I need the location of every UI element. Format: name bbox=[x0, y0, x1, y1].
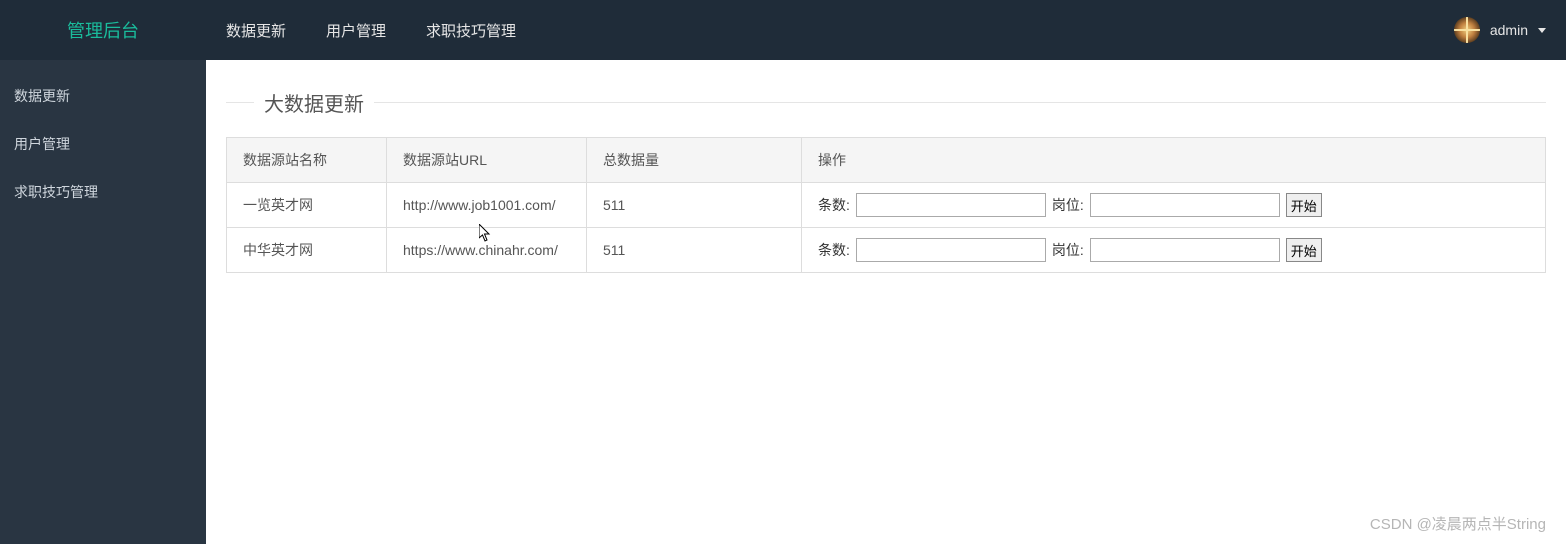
sidebar-item-user-manage[interactable]: 用户管理 bbox=[0, 120, 206, 168]
input-count[interactable] bbox=[856, 193, 1046, 217]
input-position[interactable] bbox=[1090, 238, 1280, 262]
col-header-action: 操作 bbox=[802, 138, 1546, 183]
label-count: 条数: bbox=[818, 195, 850, 215]
nav-user-manage[interactable]: 用户管理 bbox=[306, 0, 406, 60]
col-header-url: 数据源站URL bbox=[387, 138, 587, 183]
nav-jobskill-manage[interactable]: 求职技巧管理 bbox=[406, 0, 536, 60]
nav-data-update[interactable]: 数据更新 bbox=[206, 0, 306, 60]
table-row: 一览英才网 http://www.job1001.com/ 511 条数: 岗位… bbox=[227, 183, 1546, 228]
avatar bbox=[1454, 17, 1480, 43]
label-position: 岗位: bbox=[1052, 195, 1084, 215]
data-table: 数据源站名称 数据源站URL 总数据量 操作 一览英才网 http://www.… bbox=[226, 137, 1546, 273]
cell-url: http://www.job1001.com/ bbox=[387, 183, 587, 228]
caret-down-icon bbox=[1538, 28, 1546, 33]
cell-action: 条数: 岗位: 开始 bbox=[802, 228, 1546, 273]
start-button[interactable]: 开始 bbox=[1286, 238, 1322, 262]
top-nav: 数据更新 用户管理 求职技巧管理 bbox=[206, 0, 536, 60]
table-header-row: 数据源站名称 数据源站URL 总数据量 操作 bbox=[227, 138, 1546, 183]
sidebar-item-jobskill-manage[interactable]: 求职技巧管理 bbox=[0, 168, 206, 216]
cell-total: 511 bbox=[587, 183, 802, 228]
cell-name: 一览英才网 bbox=[227, 183, 387, 228]
table-row: 中华英才网 https://www.chinahr.com/ 511 条数: 岗… bbox=[227, 228, 1546, 273]
col-header-name: 数据源站名称 bbox=[227, 138, 387, 183]
user-menu[interactable]: admin bbox=[1454, 17, 1546, 43]
input-count[interactable] bbox=[856, 238, 1046, 262]
cell-name: 中华英才网 bbox=[227, 228, 387, 273]
col-header-total: 总数据量 bbox=[587, 138, 802, 183]
divider-line bbox=[226, 102, 254, 103]
label-position: 岗位: bbox=[1052, 240, 1084, 260]
label-count: 条数: bbox=[818, 240, 850, 260]
cell-action: 条数: 岗位: 开始 bbox=[802, 183, 1546, 228]
topbar: 管理后台 数据更新 用户管理 求职技巧管理 admin bbox=[0, 0, 1566, 60]
input-position[interactable] bbox=[1090, 193, 1280, 217]
sidebar: 数据更新 用户管理 求职技巧管理 bbox=[0, 60, 206, 544]
content-area: 大数据更新 数据源站名称 数据源站URL 总数据量 操作 一览英才网 http:… bbox=[206, 60, 1566, 544]
panel-heading-row: 大数据更新 bbox=[226, 88, 1546, 117]
brand-title[interactable]: 管理后台 bbox=[0, 0, 206, 60]
cell-url: https://www.chinahr.com/ bbox=[387, 228, 587, 273]
start-button[interactable]: 开始 bbox=[1286, 193, 1322, 217]
username: admin bbox=[1490, 22, 1528, 38]
sidebar-item-data-update[interactable]: 数据更新 bbox=[0, 72, 206, 120]
panel-title: 大数据更新 bbox=[254, 88, 374, 117]
cell-total: 511 bbox=[587, 228, 802, 273]
divider-line bbox=[374, 102, 1546, 103]
